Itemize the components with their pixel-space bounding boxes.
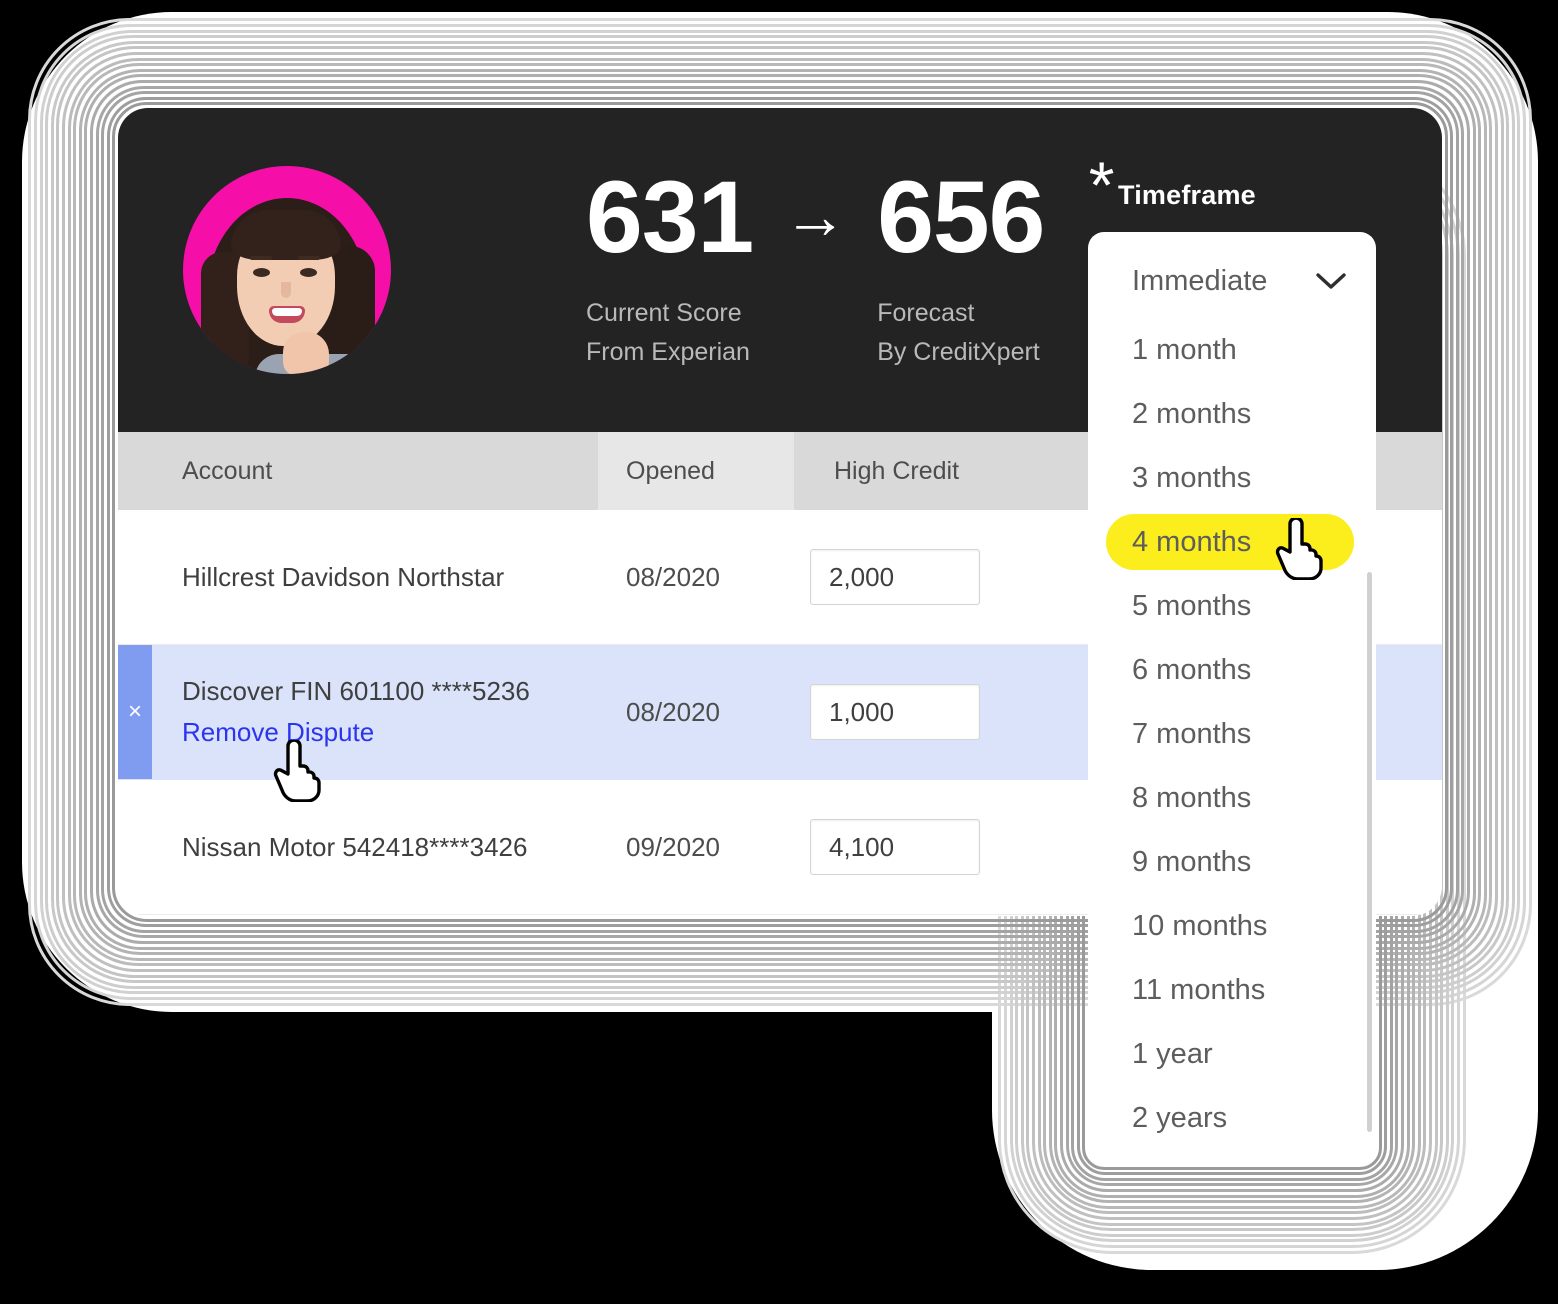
dropdown-option-label: 2 years xyxy=(1132,1101,1228,1134)
account-name: Discover FIN 601100 ****5236 xyxy=(182,676,530,706)
cell-account: Hillcrest Davidson Northstar xyxy=(118,562,598,593)
dropdown-selected-value[interactable]: Immediate xyxy=(1088,244,1376,318)
dropdown-option[interactable]: 2 years xyxy=(1088,1086,1376,1150)
dropdown-option-label: 1 year xyxy=(1132,1037,1213,1070)
dropdown-option-list: 1 month 2 months 3 months 4 months 5 months 6… xyxy=(1088,318,1376,1150)
cell-opened: 08/2020 xyxy=(626,561,720,592)
dropdown-option[interactable]: 9 months xyxy=(1088,830,1376,894)
dropdown-option-label: 6 months xyxy=(1132,653,1252,686)
dropdown-option[interactable]: 8 months xyxy=(1088,766,1376,830)
dropdown-option-label: 7 months xyxy=(1132,717,1252,750)
timeframe-label: Timeframe xyxy=(1118,180,1256,210)
score-summary: 631 Current Score From Experian → 656 * … xyxy=(586,152,1114,372)
timeframe-dropdown[interactable]: Immediate 1 month 2 months 3 months 4 month… xyxy=(1088,232,1376,1164)
avatar-brow-right xyxy=(298,256,320,260)
column-header-high-credit: High Credit xyxy=(834,456,960,485)
close-icon[interactable]: × xyxy=(118,645,152,779)
current-score-label: Current Score From Experian xyxy=(586,294,753,372)
dropdown-option[interactable]: 1 year xyxy=(1088,1022,1376,1086)
avatar-hand xyxy=(283,332,329,374)
column-header-opened: Opened xyxy=(598,432,794,510)
avatar xyxy=(183,166,391,374)
avatar-eye-right xyxy=(300,268,317,277)
avatar-teeth xyxy=(272,308,302,316)
cell-high-credit xyxy=(794,549,1046,605)
dropdown-scrollbar[interactable] xyxy=(1367,572,1372,1132)
dropdown-option[interactable]: 5 months xyxy=(1088,574,1376,638)
dropdown-option[interactable]: 4 months xyxy=(1088,510,1376,574)
current-score-label-line1: Current Score xyxy=(586,299,742,327)
remove-dispute-link[interactable]: Remove Dispute xyxy=(182,717,598,748)
forecast-score-label: Forecast By CreditXpert xyxy=(877,294,1044,372)
dropdown-option[interactable]: 3 months xyxy=(1088,446,1376,510)
forecast-score-label-line1: Forecast xyxy=(877,299,975,327)
cell-high-credit xyxy=(794,819,1046,875)
dropdown-option[interactable]: 6 months xyxy=(1088,638,1376,702)
dropdown-option-label: 11 months xyxy=(1132,973,1266,1006)
dropdown-option-label: 10 months xyxy=(1132,909,1268,942)
avatar-brow-left xyxy=(250,256,272,260)
forecast-score-value: 656 xyxy=(877,160,1045,274)
dropdown-option[interactable]: 10 months xyxy=(1088,894,1376,958)
dropdown-option[interactable]: 1 month xyxy=(1088,318,1376,382)
avatar-portrait xyxy=(201,182,375,374)
cell-opened: 08/2020 xyxy=(626,696,720,727)
cell-opened: 09/2020 xyxy=(626,831,720,862)
dropdown-selected-label: Immediate xyxy=(1132,264,1268,297)
dropdown-option-label: 5 months xyxy=(1132,589,1252,622)
cell-account: Nissan Motor 542418****3426 xyxy=(118,832,598,863)
avatar-bangs xyxy=(231,210,341,260)
account-name: Nissan Motor 542418****3426 xyxy=(182,831,528,862)
avatar-eye-left xyxy=(253,268,270,277)
current-score-value: 631 xyxy=(586,160,754,274)
forecast-score-label-line2: By CreditXpert xyxy=(877,337,1040,366)
dropdown-option-label: 9 months xyxy=(1132,845,1252,878)
dropdown-option-label: 8 months xyxy=(1132,781,1252,814)
arrow-right-icon: → xyxy=(783,180,848,252)
cell-high-credit xyxy=(794,684,1046,740)
chevron-down-icon[interactable] xyxy=(1316,272,1346,290)
cell-account: Discover FIN 601100 ****5236 Remove Dispu… xyxy=(118,676,598,748)
dropdown-option[interactable]: 11 months xyxy=(1088,958,1376,1022)
dropdown-option-label: 4 months xyxy=(1132,525,1252,558)
column-header-account: Account xyxy=(182,456,273,485)
dropdown-option-label: 1 month xyxy=(1132,333,1237,366)
footnote-asterisk: * xyxy=(1088,148,1115,222)
current-score-label-line2: From Experian xyxy=(586,337,750,366)
avatar-nose xyxy=(281,282,291,298)
dropdown-option-label: 2 months xyxy=(1132,397,1252,430)
high-credit-input[interactable] xyxy=(810,684,980,740)
forecast-score-block: 656 * Forecast By CreditXpert xyxy=(877,152,1114,372)
account-name: Hillcrest Davidson Northstar xyxy=(182,561,505,592)
dropdown-option[interactable]: 7 months xyxy=(1088,702,1376,766)
high-credit-input[interactable] xyxy=(810,549,980,605)
dropdown-option[interactable]: 2 months xyxy=(1088,382,1376,446)
current-score-block: 631 Current Score From Experian xyxy=(586,160,754,372)
dropdown-option-label: 3 months xyxy=(1132,461,1252,494)
high-credit-input[interactable] xyxy=(810,819,980,875)
screenshot-stage: 631 Current Score From Experian → 656 * … xyxy=(0,0,1558,1304)
